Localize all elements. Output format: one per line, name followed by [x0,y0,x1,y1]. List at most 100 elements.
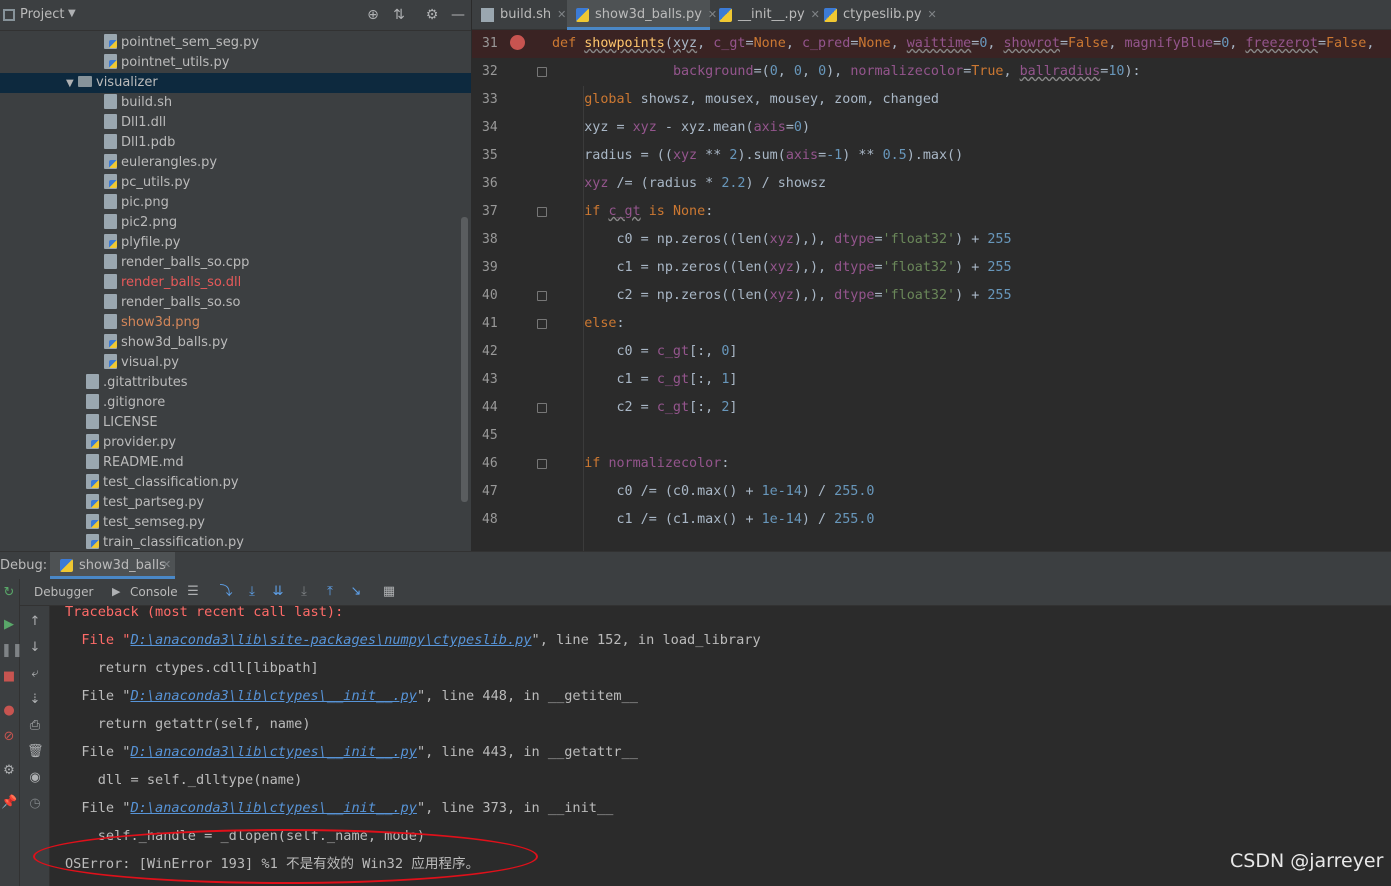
run-to-cursor-icon[interactable]: ↘ [348,584,364,600]
tree-file-item[interactable]: train_classification.py [0,533,471,551]
code-line: 31 def showpoints(xyz, c_gt=None, c_pred=… [472,30,1391,58]
close-icon[interactable]: ✕ [162,558,171,571]
tab-debug-session[interactable]: show3d_balls ✕ [50,552,175,579]
tree-file-item[interactable]: show3d_balls.py [0,333,471,353]
show-execution-point-icon[interactable]: ⤵ [218,584,234,600]
step-into-my-code-icon[interactable]: ⤓ [296,584,312,600]
tree-file-item[interactable]: render_balls_so.dll [0,273,471,293]
tree-file-item[interactable]: Dll1.dll [0,113,471,133]
line-number: 31 [482,36,498,51]
tree-file-item[interactable]: .gitignore [0,393,471,413]
gear-icon[interactable]: ⚙ [423,6,441,24]
clock-icon[interactable]: ◷ [27,796,43,812]
tree-file-item[interactable]: pointnet_sem_seg.py [0,33,471,53]
scroll-to-end-icon[interactable]: ⇣ [27,692,43,708]
down-arrow-icon[interactable]: ↓ [27,640,43,656]
chevron-down-icon[interactable]: ▼ [68,8,76,19]
step-out-icon[interactable]: ⤒ [322,584,338,600]
tree-file-item[interactable]: .gitattributes [0,373,471,393]
close-icon[interactable]: ✕ [928,8,937,21]
tab-debugger[interactable]: Debugger [34,585,93,599]
code-text: c0 = c_gt[:, 0] [552,344,738,359]
scrollbar[interactable] [461,217,468,502]
tab-file[interactable]: __init__.py ✕ [710,0,820,30]
tree-item-label: build.sh [121,95,173,110]
file-path-link[interactable]: D:\anaconda3\lib\ctypes\__init__.py [130,800,416,816]
tree-file-item[interactable]: README.md [0,453,471,473]
tree-file-item[interactable]: render_balls_so.cpp [0,253,471,273]
tree-file-item[interactable]: show3d.png [0,313,471,333]
tree-file-item[interactable]: pic.png [0,193,471,213]
fold-icon[interactable] [537,403,547,413]
file-path-link[interactable]: D:\anaconda3\lib\site-packages\numpy\cty… [130,632,531,648]
tree-file-item[interactable]: test_partseg.py [0,493,471,513]
breakpoint-icon[interactable] [510,35,525,50]
tree-file-item[interactable]: plyfile.py [0,233,471,253]
step-into-icon[interactable]: ⇊ [270,584,286,600]
mute-breakpoints-icon[interactable]: ⊘ [1,729,17,745]
file-path-link[interactable]: D:\anaconda3\lib\ctypes\__init__.py [130,744,416,760]
python-console-icon[interactable]: ◉ [27,770,43,786]
fold-icon[interactable] [537,319,547,329]
code-line: 48 c1 /= (c1.max() + 1e-14) / 255.0 [472,506,1391,534]
tree-file-item[interactable]: Dll1.pdb [0,133,471,153]
tree-file-item[interactable]: test_classification.py [0,473,471,493]
view-breakpoints-icon[interactable]: ● [1,703,17,719]
tree-file-item[interactable]: LICENSE [0,413,471,433]
minimize-icon[interactable]: — [449,6,467,24]
expand-arrow-icon[interactable]: ▼ [66,74,78,94]
tree-file-item[interactable]: test_semseg.py [0,513,471,533]
pin-icon[interactable]: 📌 [1,795,17,811]
soft-wrap-icon[interactable]: ⤶ [27,666,43,682]
console-line: dll = self._dlltype(name) [65,766,303,794]
console-text: ", line 152, in load_library [531,632,761,648]
tree-file-item[interactable]: pointnet_utils.py [0,53,471,73]
tab-file[interactable]: build.sh ✕ [472,0,567,30]
tree-file-item[interactable]: render_balls_so.so [0,293,471,313]
tree-item-label: README.md [103,455,184,470]
print-icon[interactable]: ⎙ [27,718,43,734]
code-text: xyz /= (radius * 2.2) / showsz [584,176,827,191]
tree-file-item[interactable]: eulerangles.py [0,153,471,173]
file-path-link[interactable]: D:\anaconda3\lib\ctypes\__init__.py [130,688,416,704]
tab-file[interactable]: show3d_balls.py ✕ [567,0,717,30]
trash-icon[interactable]: 🗑 [27,744,44,760]
close-icon[interactable]: ✕ [557,8,566,21]
up-arrow-icon[interactable]: ↑ [27,614,43,630]
code-line: 46 if normalizecolor: [472,450,1391,478]
locate-icon[interactable]: ⊕ [364,6,382,24]
tree-file-item[interactable]: provider.py [0,433,471,453]
file-icon [86,374,99,389]
step-over-icon[interactable]: ⤓ [244,584,260,600]
tree-item-label: pic2.png [121,215,178,230]
console-text: return ctypes.cdll[libpath] [65,660,319,676]
tree-file-item[interactable]: pic2.png [0,213,471,233]
resume-icon[interactable]: ▶ [1,617,17,633]
fold-icon[interactable] [537,67,547,77]
code-text: global showsz, mousex, mousey, zoom, cha… [584,92,939,107]
tree-item-label: show3d.png [121,315,200,330]
console-line: File "D:\anaconda3\lib\site-packages\num… [65,626,761,654]
tab-console[interactable]: Console [130,585,178,599]
pause-icon[interactable]: ❚❚ [1,643,23,659]
rerun-icon[interactable]: ↻ [1,585,17,601]
fold-icon[interactable] [537,291,547,301]
fold-icon[interactable] [537,459,547,469]
stop-icon[interactable]: ■ [1,669,17,685]
tree-file-item[interactable]: pc_utils.py [0,173,471,193]
tab-file[interactable]: ctypeslib.py ✕ [815,0,937,30]
code-editor[interactable]: 31 def showpoints(xyz, c_gt=None, c_pred=… [472,30,1391,551]
menu-icon[interactable]: ☰ [185,584,201,600]
tree-file-item[interactable]: build.sh [0,93,471,113]
settings-icon[interactable]: ⚙ [1,763,17,779]
evaluate-expression-icon[interactable]: ▦ [381,584,397,600]
python-file-icon [86,534,99,549]
tree-item-label: test_classification.py [103,475,239,490]
tree-file-item[interactable]: visual.py [0,353,471,373]
fold-icon[interactable] [537,207,547,217]
tree-item-label: pc_utils.py [121,175,191,190]
project-title[interactable]: Project [20,7,64,22]
folder-item[interactable]: ▼ visualizer [0,73,471,93]
collapse-icon[interactable]: ⇅ [390,6,408,24]
code-line: 43 c1 = c_gt[:, 1] [472,366,1391,394]
